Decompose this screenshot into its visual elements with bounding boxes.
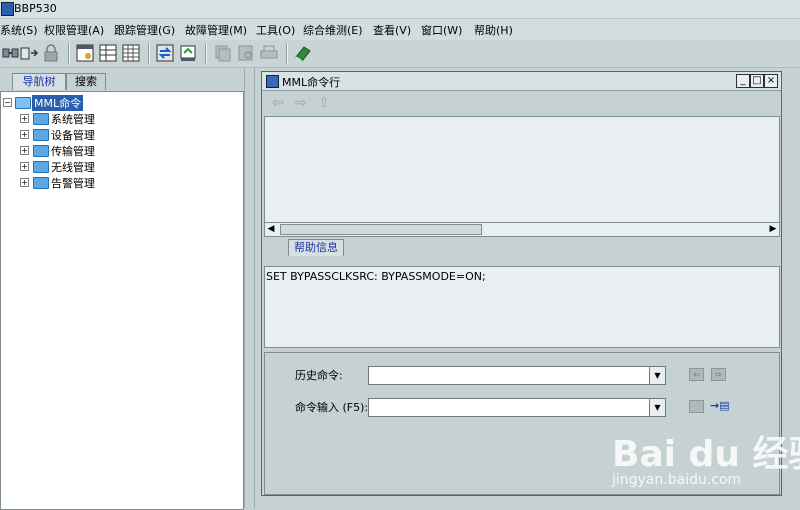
app-icon	[1, 2, 14, 16]
scroll-right-icon[interactable]: ▶	[767, 223, 779, 235]
tab-search[interactable]: 搜索	[66, 73, 106, 90]
tree-root-label[interactable]: MML命令	[32, 95, 84, 111]
mml-toolbar: ⇦ ⇨ ⇧	[262, 91, 781, 115]
menu-fault[interactable]: 故障管理(M)	[185, 22, 247, 38]
connect-icon[interactable]	[1, 43, 21, 63]
menu-permission[interactable]: 权限管理(A)	[44, 22, 104, 38]
baidu-watermark-logo: Bai du 经验	[612, 434, 800, 475]
tree-item[interactable]: + 传输管理	[1, 142, 121, 158]
chevron-down-icon[interactable]: ▼	[649, 399, 665, 416]
tree-item-label[interactable]: 系统管理	[51, 111, 95, 127]
command-input-combo[interactable]: ▼	[368, 398, 666, 417]
tree-item[interactable]: + 无线管理	[1, 158, 121, 174]
execute-icon[interactable]: →▤	[710, 399, 730, 412]
expand-icon[interactable]: +	[20, 178, 29, 187]
clear-input-icon[interactable]	[689, 400, 704, 413]
lock-icon[interactable]	[41, 43, 61, 63]
command-output-area[interactable]	[264, 116, 780, 223]
up-arrow-icon[interactable]: ⇧	[318, 95, 330, 111]
preview-icon[interactable]	[236, 43, 256, 63]
window-icon	[266, 75, 279, 88]
grid-icon[interactable]	[121, 43, 141, 63]
sync-icon[interactable]	[155, 43, 175, 63]
tab-help-info[interactable]: 帮助信息	[288, 239, 344, 256]
tree-item-label[interactable]: 传输管理	[51, 143, 95, 159]
expand-icon[interactable]: +	[20, 114, 29, 123]
panel-splitter[interactable]	[244, 68, 255, 508]
table-icon[interactable]	[98, 43, 118, 63]
folder-icon	[33, 113, 49, 125]
close-icon[interactable]: ×	[764, 74, 778, 88]
tree-item[interactable]: + 系统管理	[1, 110, 121, 126]
history-back-icon[interactable]: ⇦	[689, 368, 704, 381]
forward-arrow-icon[interactable]: ⇨	[295, 95, 307, 111]
tab-navigation-tree[interactable]: 导航树	[12, 73, 66, 90]
navigation-panel: 导航树 搜索 − MML命令 + 系统管理 + 设备管理 + 传输管理 + 无线…	[0, 68, 244, 510]
collapse-icon[interactable]: −	[3, 98, 12, 107]
expand-icon[interactable]: +	[20, 130, 29, 139]
folder-icon	[33, 129, 49, 141]
history-label: 历史命令:	[295, 369, 343, 382]
menu-tools[interactable]: 工具(O)	[256, 22, 295, 38]
menu-view[interactable]: 查看(V)	[373, 22, 411, 38]
minimize-icon[interactable]: _	[736, 74, 750, 88]
history-combo[interactable]: ▼	[368, 366, 666, 385]
tree-item-label[interactable]: 无线管理	[51, 159, 95, 175]
history-forward-icon[interactable]: ⇨	[711, 368, 726, 381]
tree-item-label[interactable]: 告警管理	[51, 175, 95, 191]
tree-item-label[interactable]: 设备管理	[51, 127, 95, 143]
menu-help[interactable]: 帮助(H)	[474, 22, 513, 38]
tree-root[interactable]: − MML命令	[1, 94, 121, 111]
app-title: BBP530	[14, 2, 57, 15]
expand-icon[interactable]: +	[20, 146, 29, 155]
back-arrow-icon[interactable]: ⇦	[272, 95, 284, 111]
menu-bar: 系统(S) 权限管理(A) 跟踪管理(G) 故障管理(M) 工具(O) 综合维测…	[0, 19, 800, 40]
disconnect-icon[interactable]	[19, 43, 39, 63]
command-input-label: 命令输入 (F5):	[295, 401, 369, 414]
expand-icon[interactable]: +	[20, 162, 29, 171]
menu-window[interactable]: 窗口(W)	[421, 22, 462, 38]
baidu-watermark-url: jingyan.baidu.com	[612, 472, 742, 488]
folder-open-icon	[15, 97, 31, 109]
horizontal-scrollbar[interactable]: ◀ ▶	[264, 222, 780, 237]
scroll-left-icon[interactable]: ◀	[265, 223, 277, 235]
scrollbar-thumb[interactable]	[280, 224, 482, 235]
menu-system[interactable]: 系统(S)	[0, 22, 38, 38]
mml-window-titlebar[interactable]: MML命令行 _ □ ×	[262, 72, 781, 91]
maximize-icon[interactable]: □	[750, 74, 764, 88]
title-bar: BBP530	[0, 0, 800, 19]
tree-item[interactable]: + 告警管理	[1, 174, 121, 190]
folder-icon	[33, 145, 49, 157]
help-info-area: SET BYPASSCLKSRC: BYPASSMODE=ON;	[264, 266, 780, 348]
navigation-tree: − MML命令 + 系统管理 + 设备管理 + 传输管理 + 无线管理 + 告警…	[0, 91, 244, 510]
mml-window-title: MML命令行	[282, 76, 341, 89]
menu-maintenance[interactable]: 综合维测(E)	[303, 22, 363, 38]
folder-icon	[33, 177, 49, 189]
print-icon[interactable]	[259, 43, 279, 63]
tree-item[interactable]: + 设备管理	[1, 126, 121, 142]
toolbar	[0, 40, 800, 68]
chevron-down-icon[interactable]: ▼	[649, 367, 665, 384]
copy-icon[interactable]	[213, 43, 233, 63]
help-text: SET BYPASSCLKSRC: BYPASSMODE=ON;	[266, 270, 486, 283]
book-icon[interactable]	[293, 43, 313, 63]
menu-trace[interactable]: 跟踪管理(G)	[114, 22, 175, 38]
calendar-icon[interactable]	[75, 43, 95, 63]
export-icon[interactable]	[178, 43, 198, 63]
folder-icon	[33, 161, 49, 173]
